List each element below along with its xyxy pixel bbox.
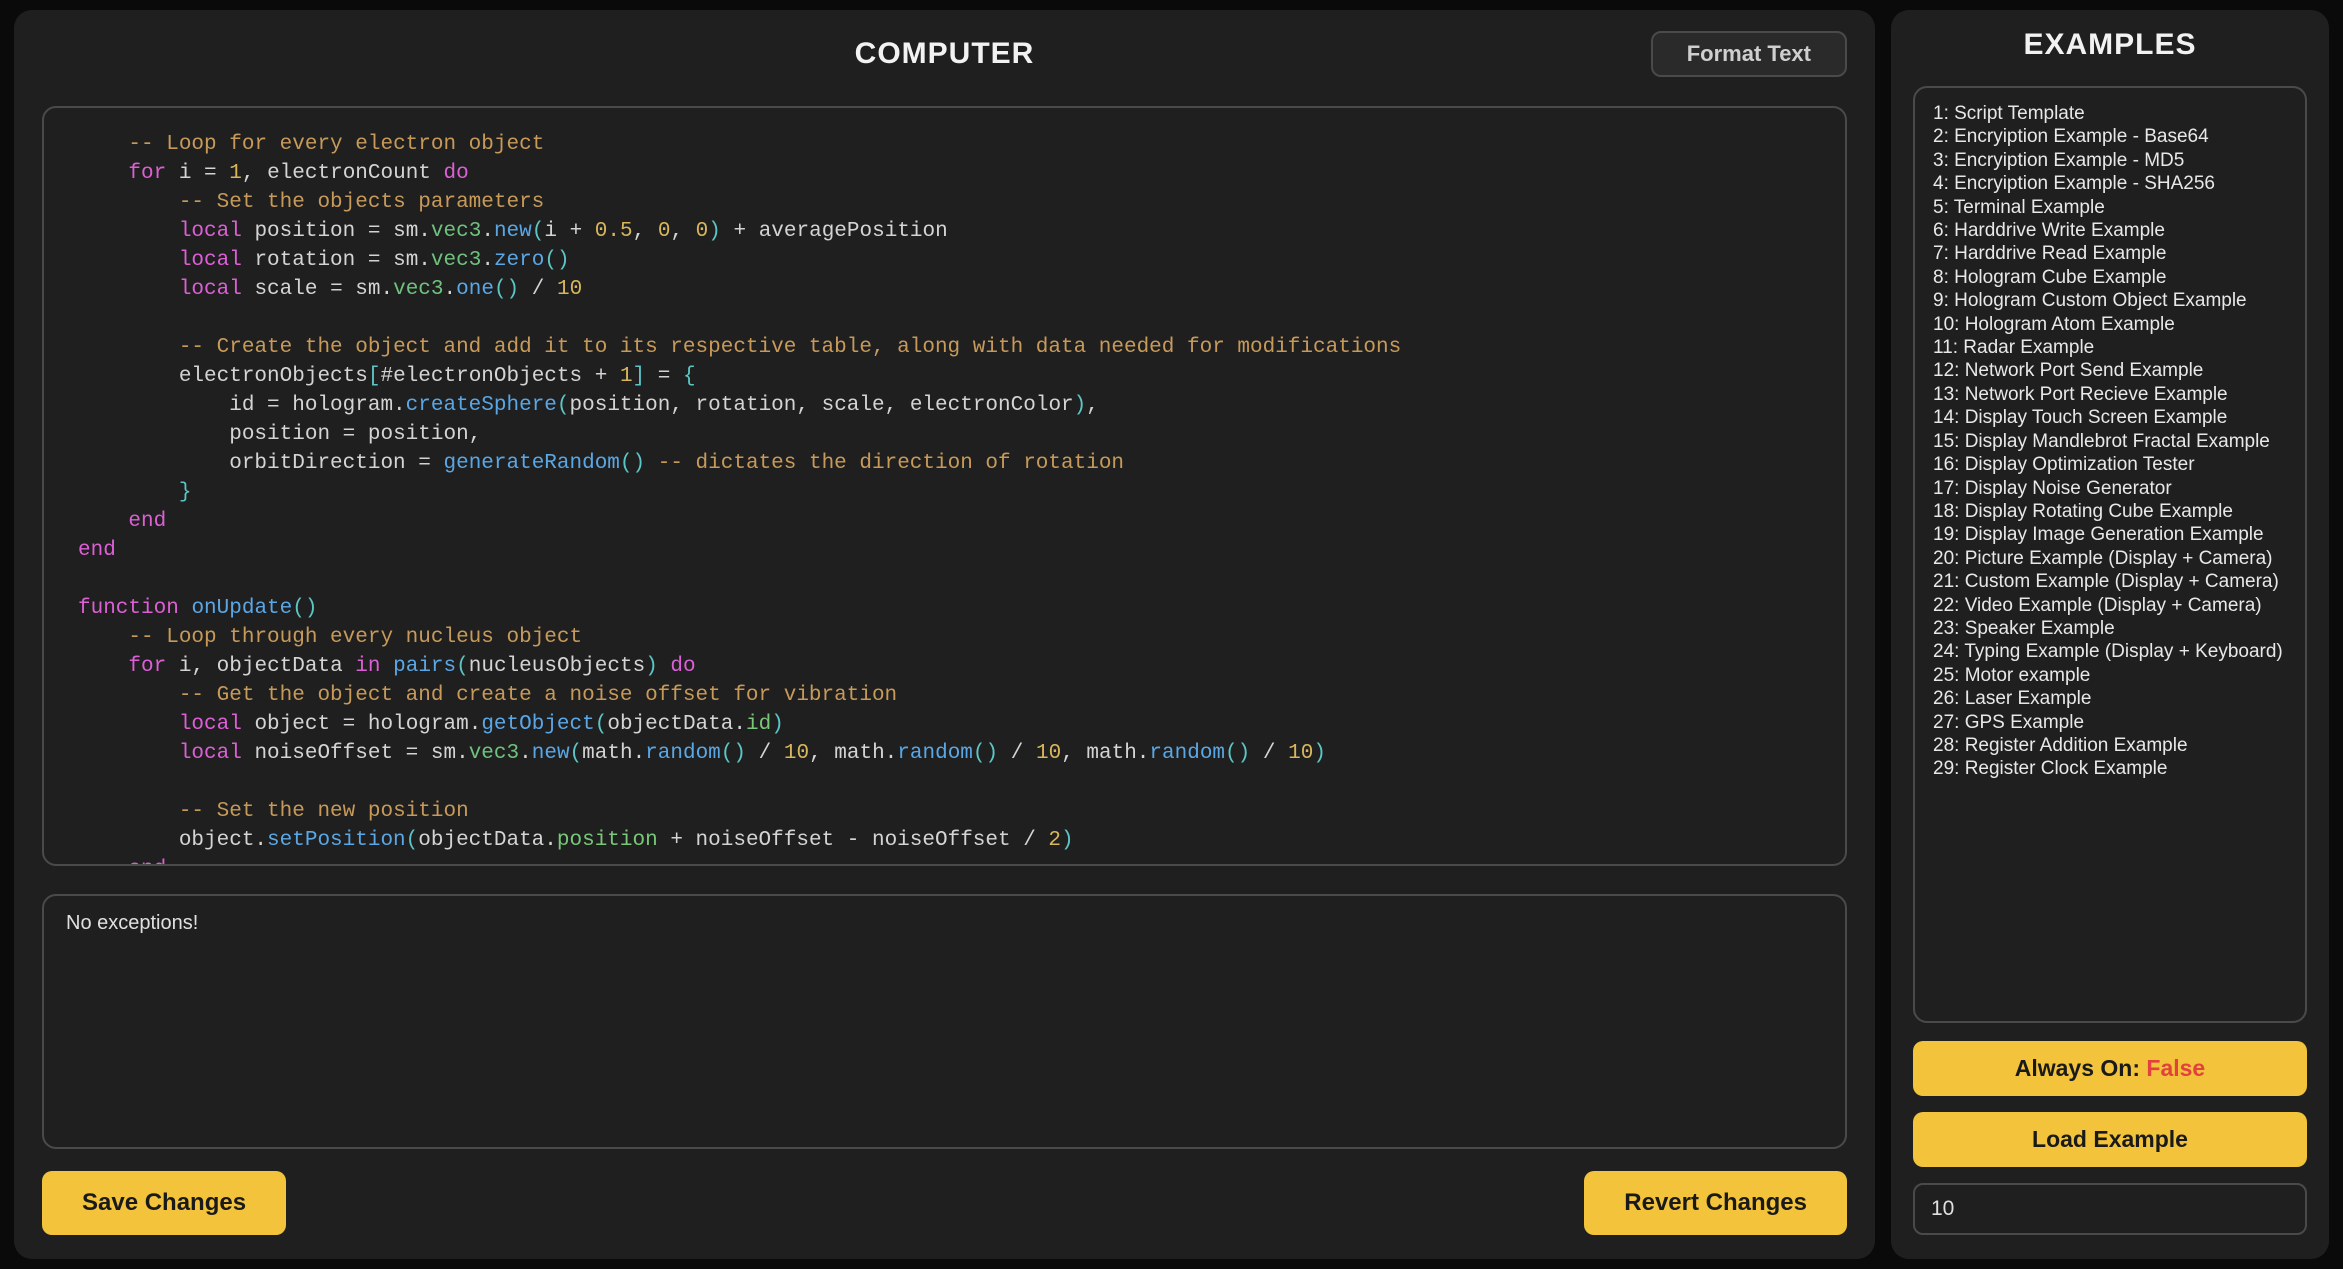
example-item[interactable]: 7: Harddrive Read Example [1933,242,2287,265]
example-item[interactable]: 5: Terminal Example [1933,196,2287,219]
example-item[interactable]: 23: Speaker Example [1933,617,2287,640]
example-item[interactable]: 15: Display Mandlebrot Fractal Example [1933,430,2287,453]
example-item[interactable]: 27: GPS Example [1933,711,2287,734]
example-item[interactable]: 17: Display Noise Generator [1933,477,2287,500]
example-item[interactable]: 1: Script Template [1933,102,2287,125]
example-item[interactable]: 24: Typing Example (Display + Keyboard) [1933,640,2287,663]
example-item[interactable]: 16: Display Optimization Tester [1933,453,2287,476]
console-output: No exceptions! [42,894,1847,1149]
example-item[interactable]: 13: Network Port Recieve Example [1933,383,2287,406]
load-example-button[interactable]: Load Example [1913,1112,2307,1167]
examples-list[interactable]: 1: Script Template2: Encryiption Example… [1913,86,2307,1023]
examples-title: EXAMPLES [1913,28,2307,62]
example-item[interactable]: 3: Encryiption Example - MD5 [1933,149,2287,172]
example-item[interactable]: 14: Display Touch Screen Example [1933,406,2287,429]
main-panel: COMPUTER Format Text -- Loop for every e… [14,10,1875,1259]
example-item[interactable]: 29: Register Clock Example [1933,757,2287,780]
examples-panel: EXAMPLES 1: Script Template2: Encryiptio… [1891,10,2329,1259]
example-item[interactable]: 9: Hologram Custom Object Example [1933,289,2287,312]
example-item[interactable]: 26: Laser Example [1933,687,2287,710]
header-row: COMPUTER Format Text [42,28,1847,80]
example-item[interactable]: 19: Display Image Generation Example [1933,523,2287,546]
example-item[interactable]: 11: Radar Example [1933,336,2287,359]
panel-title: COMPUTER [42,37,1847,71]
example-item[interactable]: 4: Encryiption Example - SHA256 [1933,172,2287,195]
example-item[interactable]: 10: Hologram Atom Example [1933,313,2287,336]
example-item[interactable]: 6: Harddrive Write Example [1933,219,2287,242]
always-on-toggle[interactable]: Always On: False [1913,1041,2307,1096]
side-controls: Always On: False Load Example [1913,1041,2307,1235]
bottom-button-row: Save Changes Revert Changes [42,1171,1847,1235]
always-on-label: Always On: [2015,1055,2147,1081]
example-item[interactable]: 28: Register Addition Example [1933,734,2287,757]
example-item[interactable]: 2: Encryiption Example - Base64 [1933,125,2287,148]
example-item[interactable]: 22: Video Example (Display + Camera) [1933,594,2287,617]
example-item[interactable]: 20: Picture Example (Display + Camera) [1933,547,2287,570]
always-on-value: False [2146,1055,2205,1081]
save-changes-button[interactable]: Save Changes [42,1171,286,1235]
example-item[interactable]: 8: Hologram Cube Example [1933,266,2287,289]
example-item[interactable]: 25: Motor example [1933,664,2287,687]
example-item[interactable]: 12: Network Port Send Example [1933,359,2287,382]
code-editor[interactable]: -- Loop for every electron object for i … [42,106,1847,866]
revert-changes-button[interactable]: Revert Changes [1584,1171,1847,1235]
console-message: No exceptions! [66,912,198,934]
example-item[interactable]: 21: Custom Example (Display + Camera) [1933,570,2287,593]
example-number-input[interactable] [1913,1183,2307,1235]
example-item[interactable]: 18: Display Rotating Cube Example [1933,500,2287,523]
